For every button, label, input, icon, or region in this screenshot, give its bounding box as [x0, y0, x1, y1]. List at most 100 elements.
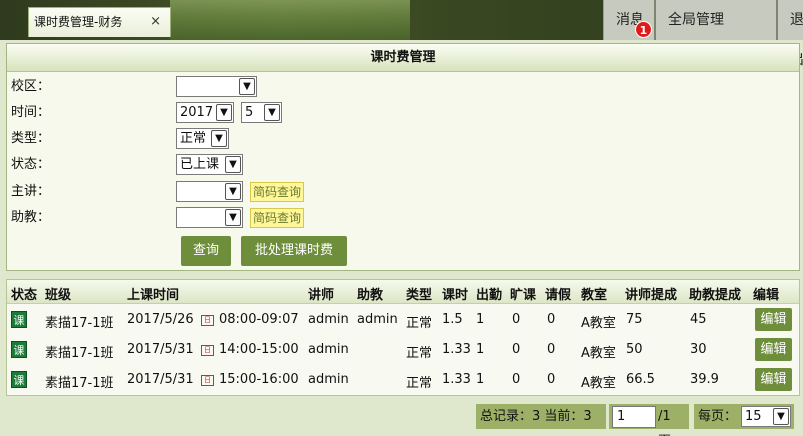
lesson-status-icon: 课 [11, 311, 27, 328]
header-leave: 请假 [545, 288, 572, 303]
tab-close-icon[interactable]: × [150, 8, 161, 36]
cell-absent: 0 [512, 312, 521, 327]
cell-assistant-fee: 39.9 [690, 372, 719, 387]
cell-time: 15:00-16:00 [219, 372, 299, 387]
cell-lecturer: admin [308, 312, 349, 327]
header-lecturer: 讲师 [308, 288, 335, 303]
top-bar: 课时费管理-财务 × 消息 1 全局管理 退出 [0, 0, 803, 68]
cell-hours: 1.33 [442, 372, 471, 387]
cell-lecturer-fee: 50 [626, 342, 643, 357]
cell-type: 正常 [406, 346, 433, 361]
cell-date: 2017/5/31 [127, 342, 194, 357]
cell-date: 2017/5/26 [127, 312, 194, 327]
header-hours: 课时 [442, 288, 469, 303]
tab-fee-management[interactable]: 课时费管理-财务 × [28, 7, 171, 37]
cell-date: 2017/5/31 [127, 372, 194, 387]
cell-type: 正常 [406, 376, 433, 391]
edit-button[interactable]: 编辑 [755, 368, 792, 391]
time-label: 时间： [11, 105, 51, 120]
header-room: 教室 [581, 288, 608, 303]
assistant-code-search-button[interactable]: 简码查询 [250, 208, 305, 228]
type-label: 类型： [11, 131, 51, 146]
cell-lecturer: admin [308, 342, 349, 357]
lecturer-code-search-button[interactable]: 简码查询 [250, 182, 305, 202]
status-label: 状态： [11, 157, 51, 172]
header-assistant: 助教 [357, 288, 384, 303]
header-edit: 编辑 [753, 288, 780, 303]
year-select[interactable]: 2017 ▼ [176, 102, 234, 123]
cell-room: A教室 [581, 346, 616, 361]
header-absent: 旷课 [510, 288, 537, 303]
cell-room: A教室 [581, 316, 616, 331]
record-summary: 总记录：3 当前：3 [476, 404, 606, 429]
cell-hours: 1.33 [442, 342, 471, 357]
cell-assistant-fee: 45 [690, 312, 707, 327]
cell-lecturer-fee: 75 [626, 312, 643, 327]
cell-class: 素描17-1班 [45, 376, 114, 391]
assistant-label: 助教： [11, 210, 51, 225]
cell-absent: 0 [512, 342, 521, 357]
chevron-down-icon: ▼ [773, 408, 789, 425]
month-value: 5 [245, 105, 254, 120]
cell-room: A教室 [581, 376, 616, 391]
edit-button[interactable]: 编辑 [755, 308, 792, 331]
cell-leave: 0 [547, 342, 556, 357]
cell-assistant-fee: 30 [690, 342, 707, 357]
year-value: 2017 [180, 105, 214, 120]
header-banner-image [170, 0, 410, 40]
page-input[interactable]: 1 [612, 406, 656, 428]
lecturer-select[interactable]: ▼ [176, 181, 243, 202]
month-select[interactable]: 5 ▼ [241, 102, 282, 123]
chevron-down-icon: ▼ [239, 78, 255, 95]
chevron-down-icon: ▼ [211, 130, 227, 147]
calendar-icon: 日 [201, 375, 214, 386]
cell-time: 14:00-15:00 [219, 342, 299, 357]
table-row: 课 素描17-1班 2017/5/31 日 15:00-16:00 admin … [7, 365, 799, 395]
header-assistant-fee: 助教提成 [689, 288, 742, 303]
table-row: 课 素描17-1班 2017/5/26 日 08:00-09:07 admin … [7, 305, 799, 335]
messages-badge: 1 [635, 21, 652, 38]
calendar-icon: 日 [201, 345, 214, 356]
assistant-select[interactable]: ▼ [176, 207, 243, 228]
tab-title: 课时费管理-财务 [34, 15, 123, 29]
cell-class: 素描17-1班 [45, 346, 114, 361]
cell-class: 素描17-1班 [45, 316, 114, 331]
chevron-down-icon: ▼ [264, 104, 280, 121]
type-value: 正常 [180, 131, 207, 146]
cell-assistant: admin [357, 312, 398, 327]
table-header: 状态 班级 上课时间 讲师 助教 类型 课时 出勤 旷课 请假 教室 讲师提成 … [7, 280, 799, 304]
lecturer-label: 主讲： [11, 184, 51, 199]
page-total: /1页 [658, 409, 671, 436]
query-button[interactable]: 查询 [181, 236, 231, 266]
header-type: 类型 [406, 288, 433, 303]
panel-title: 课时费管理 [7, 44, 799, 72]
cell-leave: 0 [547, 312, 556, 327]
campus-select[interactable]: ▼ [176, 76, 257, 97]
chevron-down-icon: ▼ [225, 156, 241, 173]
cell-lecturer-fee: 66.5 [626, 372, 655, 387]
cell-leave: 0 [547, 372, 556, 387]
edit-button[interactable]: 编辑 [755, 338, 792, 361]
nav-exit[interactable]: 退出 [776, 0, 803, 68]
campus-label: 校区： [11, 79, 51, 94]
results-table: 状态 班级 上课时间 讲师 助教 类型 课时 出勤 旷课 请假 教室 讲师提成 … [6, 279, 800, 396]
chevron-down-icon: ▼ [225, 209, 241, 226]
header-attend: 出勤 [476, 288, 503, 303]
calendar-icon: 日 [201, 315, 214, 326]
type-select[interactable]: 正常 ▼ [176, 128, 229, 149]
batch-process-button[interactable]: 批处理课时费 [241, 236, 347, 266]
status-value: 已上课 [180, 157, 220, 172]
cell-absent: 0 [512, 372, 521, 387]
cell-attend: 1 [476, 342, 485, 357]
header-class: 班级 [45, 288, 72, 303]
header-status: 状态 [11, 288, 38, 303]
lesson-status-icon: 课 [11, 371, 27, 388]
cell-lecturer: admin [308, 372, 349, 387]
nav-global-management[interactable]: 全局管理 [654, 0, 776, 40]
per-page-select[interactable]: 15 ▼ [741, 406, 791, 427]
status-select[interactable]: 已上课 ▼ [176, 154, 243, 175]
per-page-label: 每页： [698, 409, 738, 424]
filter-panel: 课时费管理 校区： ▼ 时间： 2017 ▼ 5 ▼ 类型： 正常 ▼ 状态： … [6, 43, 800, 271]
header-lecturer-fee: 讲师提成 [625, 288, 678, 303]
per-page-value: 15 [745, 409, 762, 424]
